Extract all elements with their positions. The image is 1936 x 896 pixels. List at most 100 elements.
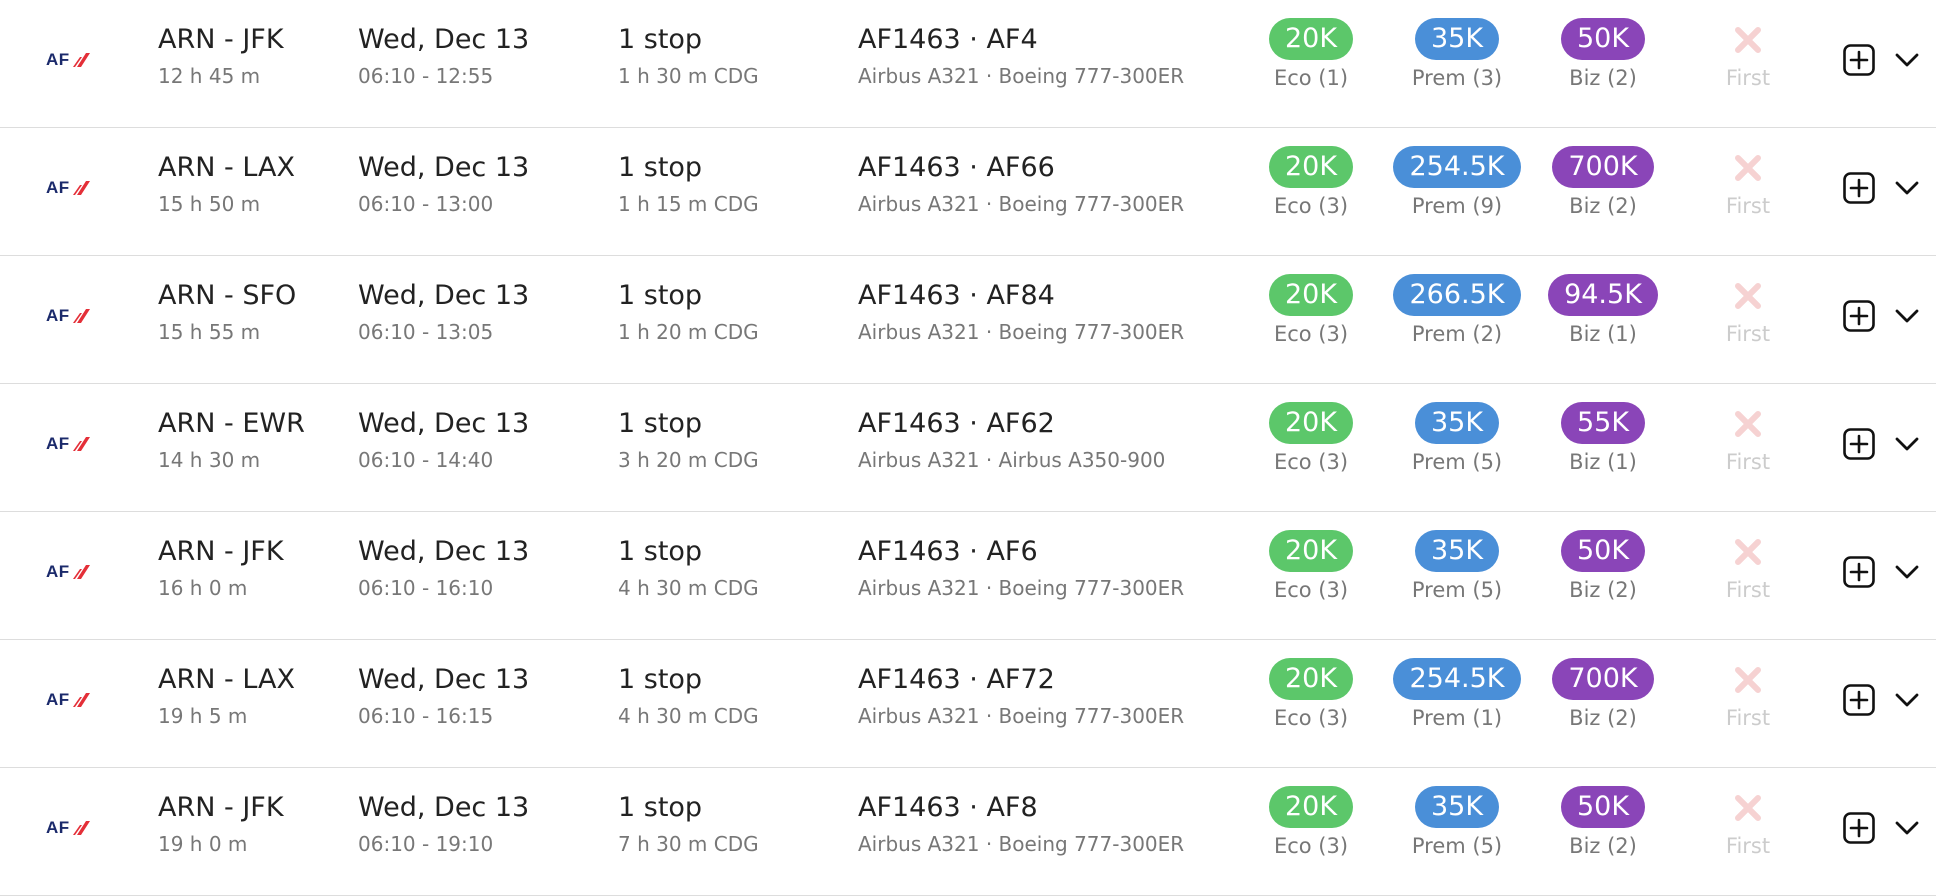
- plus-square-icon[interactable]: [1843, 44, 1875, 76]
- business-price-pill[interactable]: 50K: [1560, 18, 1646, 60]
- airline-logo: AF: [46, 816, 100, 840]
- premium-cabin[interactable]: 35K Prem (5): [1377, 530, 1537, 605]
- economy-price-pill[interactable]: 20K: [1268, 786, 1354, 828]
- stops-text: 1 stop: [618, 792, 703, 823]
- premium-price-pill[interactable]: 35K: [1414, 18, 1500, 60]
- date-cell: Wed, Dec 13 06:10 - 16:10: [358, 534, 529, 602]
- expand-row-button[interactable]: [1894, 306, 1920, 326]
- chevron-down-icon[interactable]: [1894, 178, 1920, 198]
- add-flight-button[interactable]: [1843, 684, 1875, 716]
- premium-price-pill[interactable]: 254.5K: [1393, 146, 1521, 188]
- expand-row-button[interactable]: [1894, 178, 1920, 198]
- business-cabin[interactable]: 700K Biz (2): [1523, 658, 1683, 733]
- premium-cabin[interactable]: 35K Prem (5): [1377, 786, 1537, 861]
- duration-text: 15 h 55 m: [158, 320, 261, 344]
- first-label: First: [1725, 578, 1771, 602]
- plus-square-icon[interactable]: [1843, 428, 1875, 460]
- premium-label: Prem (5): [1411, 578, 1503, 602]
- flights-cell: AF1463 · AF6 Airbus A321 · Boeing 777-30…: [858, 534, 1184, 602]
- plus-square-icon[interactable]: [1843, 172, 1875, 204]
- flight-row[interactable]: AF ARN - JFK 19 h 0 m Wed, Dec 13 06:10 …: [0, 768, 1936, 896]
- business-cabin[interactable]: 50K Biz (2): [1523, 786, 1683, 861]
- business-cabin[interactable]: 94.5K Biz (1): [1523, 274, 1683, 349]
- unavailable-x-icon: [1668, 146, 1828, 188]
- flights-cell: AF1463 · AF4 Airbus A321 · Boeing 777-30…: [858, 22, 1184, 90]
- chevron-down-icon[interactable]: [1894, 690, 1920, 710]
- business-price-pill[interactable]: 50K: [1560, 786, 1646, 828]
- premium-cabin[interactable]: 35K Prem (5): [1377, 402, 1537, 477]
- business-cabin[interactable]: 55K Biz (1): [1523, 402, 1683, 477]
- flight-row[interactable]: AF ARN - EWR 14 h 30 m Wed, Dec 13 06:10…: [0, 384, 1936, 512]
- airline-logo: AF: [46, 48, 100, 72]
- economy-label: Eco (3): [1273, 450, 1349, 474]
- economy-cabin[interactable]: 20K Eco (3): [1231, 658, 1391, 733]
- economy-cabin[interactable]: 20K Eco (3): [1231, 402, 1391, 477]
- add-flight-button[interactable]: [1843, 812, 1875, 844]
- expand-row-button[interactable]: [1894, 50, 1920, 70]
- expand-row-button[interactable]: [1894, 434, 1920, 454]
- add-flight-button[interactable]: [1843, 44, 1875, 76]
- business-cabin[interactable]: 50K Biz (2): [1523, 18, 1683, 93]
- business-price-pill[interactable]: 55K: [1560, 402, 1646, 444]
- expand-row-button[interactable]: [1894, 690, 1920, 710]
- economy-price-pill[interactable]: 20K: [1268, 530, 1354, 572]
- first-label: First: [1725, 834, 1771, 858]
- economy-label: Eco (3): [1273, 194, 1349, 218]
- premium-cabin[interactable]: 35K Prem (3): [1377, 18, 1537, 93]
- premium-price-pill[interactable]: 35K: [1414, 402, 1500, 444]
- premium-price-pill[interactable]: 35K: [1414, 786, 1500, 828]
- flights-cell: AF1463 · AF72 Airbus A321 · Boeing 777-3…: [858, 662, 1184, 730]
- add-flight-button[interactable]: [1843, 556, 1875, 588]
- plus-square-icon[interactable]: [1843, 812, 1875, 844]
- economy-price-pill[interactable]: 20K: [1268, 658, 1354, 700]
- economy-cabin[interactable]: 20K Eco (3): [1231, 146, 1391, 221]
- business-label: Biz (1): [1569, 450, 1637, 474]
- economy-cabin[interactable]: 20K Eco (3): [1231, 530, 1391, 605]
- date-text: Wed, Dec 13: [358, 280, 530, 311]
- flight-row[interactable]: AF ARN - LAX 15 h 50 m Wed, Dec 13 06:10…: [0, 128, 1936, 256]
- premium-price-pill[interactable]: 266.5K: [1393, 274, 1521, 316]
- economy-price-pill[interactable]: 20K: [1268, 402, 1354, 444]
- expand-row-button[interactable]: [1894, 818, 1920, 838]
- business-cabin[interactable]: 50K Biz (2): [1523, 530, 1683, 605]
- add-flight-button[interactable]: [1843, 428, 1875, 460]
- premium-cabin[interactable]: 266.5K Prem (2): [1377, 274, 1537, 349]
- economy-cabin[interactable]: 20K Eco (3): [1231, 786, 1391, 861]
- expand-row-button[interactable]: [1894, 562, 1920, 582]
- airline-logo-text: AF: [46, 306, 70, 325]
- plus-square-icon[interactable]: [1843, 556, 1875, 588]
- economy-cabin[interactable]: 20K Eco (3): [1231, 274, 1391, 349]
- chevron-down-icon[interactable]: [1894, 50, 1920, 70]
- flight-row[interactable]: AF ARN - SFO 15 h 55 m Wed, Dec 13 06:10…: [0, 256, 1936, 384]
- add-flight-button[interactable]: [1843, 300, 1875, 332]
- business-price-pill[interactable]: 700K: [1552, 658, 1654, 700]
- plus-square-icon[interactable]: [1843, 684, 1875, 716]
- economy-price-pill[interactable]: 20K: [1268, 18, 1354, 60]
- flight-row[interactable]: AF ARN - JFK 12 h 45 m Wed, Dec 13 06:10…: [0, 0, 1936, 128]
- economy-cabin[interactable]: 20K Eco (1): [1231, 18, 1391, 93]
- chevron-down-icon[interactable]: [1894, 434, 1920, 454]
- airline-logo: AF: [46, 688, 100, 712]
- flight-numbers-text: AF1463 · AF66: [858, 152, 1055, 183]
- chevron-down-icon[interactable]: [1894, 562, 1920, 582]
- flight-row[interactable]: AF ARN - LAX 19 h 5 m Wed, Dec 13 06:10 …: [0, 640, 1936, 768]
- stops-cell: 1 stop 1 h 20 m CDG: [618, 278, 759, 346]
- business-price-pill[interactable]: 700K: [1552, 146, 1654, 188]
- premium-price-pill[interactable]: 35K: [1414, 530, 1500, 572]
- layover-text: 3 h 20 m CDG: [618, 448, 759, 472]
- flight-row[interactable]: AF ARN - JFK 16 h 0 m Wed, Dec 13 06:10 …: [0, 512, 1936, 640]
- chevron-down-icon[interactable]: [1894, 306, 1920, 326]
- add-flight-button[interactable]: [1843, 172, 1875, 204]
- business-price-pill[interactable]: 50K: [1560, 530, 1646, 572]
- premium-price-pill[interactable]: 254.5K: [1393, 658, 1521, 700]
- economy-price-pill[interactable]: 20K: [1268, 274, 1354, 316]
- economy-price-pill[interactable]: 20K: [1268, 146, 1354, 188]
- business-price-pill[interactable]: 94.5K: [1548, 274, 1658, 316]
- premium-cabin[interactable]: 254.5K Prem (1): [1377, 658, 1537, 733]
- chevron-down-icon[interactable]: [1894, 818, 1920, 838]
- date-cell: Wed, Dec 13 06:10 - 14:40: [358, 406, 529, 474]
- stops-cell: 1 stop 1 h 15 m CDG: [618, 150, 759, 218]
- plus-square-icon[interactable]: [1843, 300, 1875, 332]
- business-cabin[interactable]: 700K Biz (2): [1523, 146, 1683, 221]
- premium-cabin[interactable]: 254.5K Prem (9): [1377, 146, 1537, 221]
